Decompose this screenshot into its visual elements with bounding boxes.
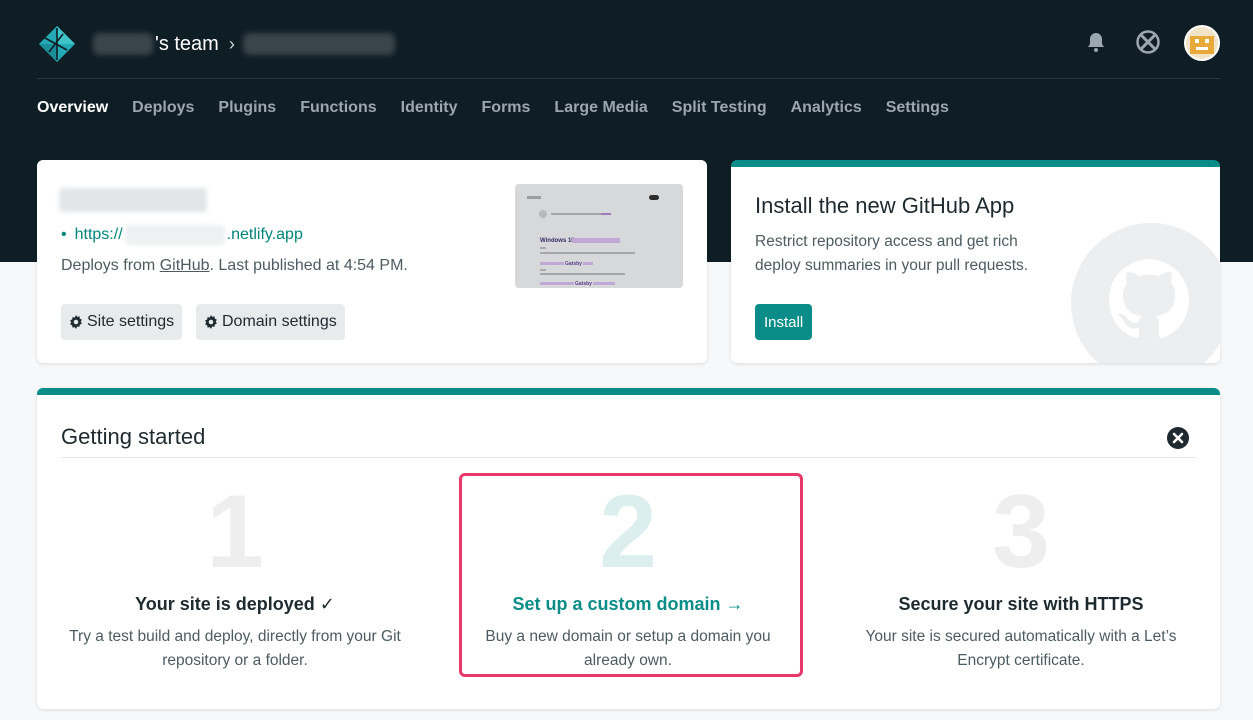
tab-overview[interactable]: Overview (37, 99, 108, 117)
step-https: 3 Secure your site with HTTPS Your site … (841, 480, 1201, 673)
team-name-redacted[interactable] (93, 33, 153, 55)
thumb-link-1: Gatsby (565, 261, 582, 267)
domain-settings-label: Domain settings (222, 313, 337, 330)
site-preview-thumbnail[interactable]: Windows 10 Gatsby Gatsby (515, 184, 683, 288)
deploy-info: Deploys from GitHub. Last published at 4… (61, 257, 408, 275)
step-number: 3 (992, 474, 1050, 590)
url-prefix: https:// (74, 226, 123, 243)
gear-icon (205, 315, 217, 329)
tab-deploys[interactable]: Deploys (132, 99, 194, 117)
site-name-redacted[interactable] (242, 33, 395, 55)
tab-forms[interactable]: Forms (482, 99, 531, 117)
site-settings-button[interactable]: Site settings (61, 304, 183, 340)
bell-icon[interactable] (1084, 30, 1108, 54)
site-preview-image: Windows 10 Gatsby Gatsby (527, 195, 659, 287)
breadcrumb: 's team › (93, 30, 395, 58)
url-bullet: • (61, 226, 67, 243)
last-published-text: . Last published at 4:54 PM. (209, 257, 408, 274)
step-title: Your site is deployed ✓ (135, 594, 335, 614)
deploys-from-text: Deploys from (61, 257, 156, 274)
nav-divider (37, 78, 1220, 79)
site-nav: Overview Deploys Plugins Functions Ident… (37, 99, 973, 117)
tab-identity[interactable]: Identity (401, 99, 458, 117)
tab-settings[interactable]: Settings (886, 99, 949, 117)
getting-started-title: Getting started (61, 424, 206, 449)
netlify-logo-icon[interactable] (37, 24, 77, 64)
tab-plugins[interactable]: Plugins (218, 99, 276, 117)
tab-split-testing[interactable]: Split Testing (672, 99, 767, 117)
tab-functions[interactable]: Functions (300, 99, 376, 117)
avatar-face-icon (1186, 27, 1218, 59)
getting-started-card: Getting started 1 Your site is deployed … (37, 388, 1220, 709)
getting-started-divider (61, 457, 1196, 458)
tab-analytics[interactable]: Analytics (791, 99, 862, 117)
thumb-heading: Windows 10 (540, 238, 575, 244)
site-url-link[interactable]: • https:// .netlify.app (61, 225, 303, 245)
step-title: Secure your site with HTTPS (898, 594, 1144, 614)
site-overview-card: • https:// .netlify.app Deploys from Git… (37, 160, 707, 363)
custom-domain-link[interactable]: Set up a custom domain → (448, 594, 808, 615)
thumb-link-2: Gatsby (575, 281, 592, 287)
step-description: Your site is secured automatically with … (865, 628, 1177, 669)
step-description: Buy a new domain or setup a domain you a… (485, 628, 771, 669)
team-label[interactable]: 's team (155, 33, 219, 56)
step-deployed: 1 Your site is deployed ✓ Try a test bui… (55, 480, 415, 673)
github-app-title: Install the new GitHub App (755, 193, 1015, 218)
url-suffix: .netlify.app (226, 226, 303, 243)
close-icon[interactable] (1167, 427, 1189, 449)
step-number: 2 (599, 474, 657, 590)
tab-large-media[interactable]: Large Media (554, 99, 647, 117)
site-settings-label: Site settings (87, 313, 175, 330)
x-circle-icon[interactable] (1136, 30, 1160, 54)
github-app-card: Install the new GitHub App Restrict repo… (731, 160, 1220, 363)
github-app-description: Restrict repository access and get rich … (755, 233, 1029, 274)
site-name-redacted (59, 188, 207, 212)
step-number: 1 (206, 474, 264, 590)
gear-icon (70, 315, 82, 329)
step-description: Try a test build and deploy, directly fr… (69, 628, 401, 669)
install-button[interactable]: Install (755, 304, 813, 340)
step-custom-domain[interactable]: 2 Set up a custom domain → Buy a new dom… (448, 480, 808, 673)
breadcrumb-separator: › (228, 33, 235, 54)
github-repo-link[interactable]: GitHub (160, 257, 210, 274)
github-octocat-icon (1071, 223, 1220, 363)
avatar[interactable] (1184, 25, 1220, 61)
url-redacted (124, 225, 225, 245)
domain-settings-button[interactable]: Domain settings (196, 304, 345, 340)
